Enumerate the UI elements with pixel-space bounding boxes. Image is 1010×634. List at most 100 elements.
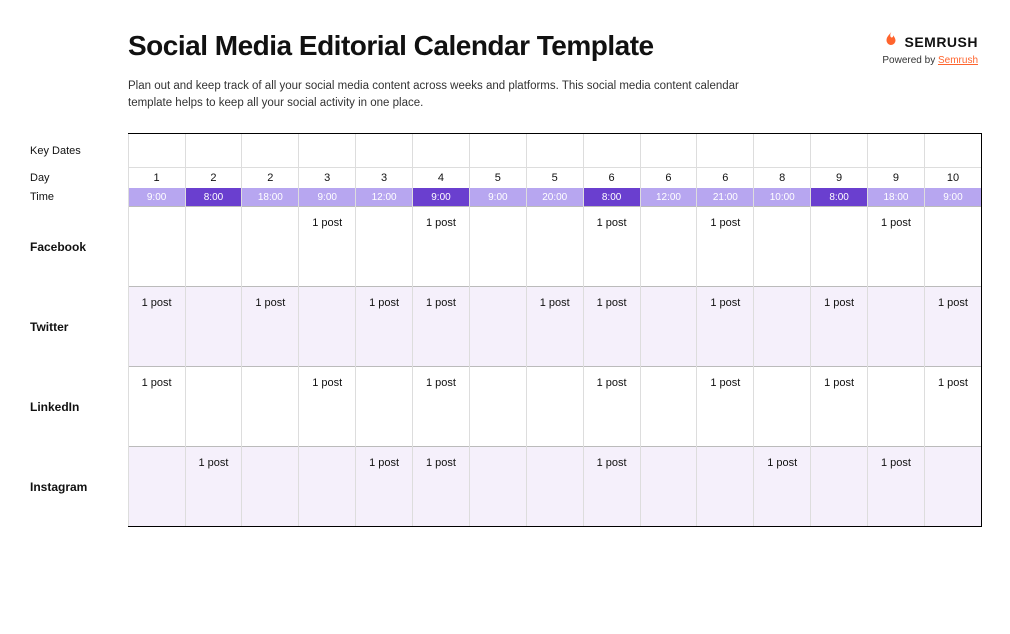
grid-cell bbox=[185, 134, 242, 168]
post-count: 1 post bbox=[426, 377, 456, 389]
post-count: 1 post bbox=[597, 217, 627, 229]
grid-cell: 18:00 bbox=[868, 188, 925, 207]
grid-cell: 8:00 bbox=[583, 188, 640, 207]
row-label: Instagram bbox=[28, 447, 128, 527]
grid-cell: 9 bbox=[868, 168, 925, 188]
grid-cell: 5 bbox=[526, 168, 583, 188]
grid-cell bbox=[640, 134, 697, 168]
grid-cell: 1 post bbox=[299, 207, 356, 287]
grid-cell: 1 post bbox=[924, 287, 981, 367]
grid-cell bbox=[924, 134, 981, 168]
post-count: 1 post bbox=[597, 457, 627, 469]
post-count: 1 post bbox=[881, 457, 911, 469]
grid-cell: 5 bbox=[469, 168, 526, 188]
grid-cell: 8:00 bbox=[185, 188, 242, 207]
grid-cell: 1 post bbox=[413, 207, 470, 287]
grid-cell: 4 bbox=[413, 168, 470, 188]
grid-cell: 6 bbox=[640, 168, 697, 188]
post-count: 1 post bbox=[710, 377, 740, 389]
grid-cell bbox=[754, 367, 811, 447]
grid-cell bbox=[242, 207, 299, 287]
grid-cell bbox=[469, 134, 526, 168]
grid-cell bbox=[413, 134, 470, 168]
grid-cell: 1 post bbox=[526, 287, 583, 367]
post-count: 1 post bbox=[710, 297, 740, 309]
grid-cell: 10:00 bbox=[754, 188, 811, 207]
grid-cell: 9:00 bbox=[924, 188, 981, 207]
row-label: Twitter bbox=[28, 287, 128, 367]
grid-cell: 2 bbox=[185, 168, 242, 188]
grid-cell bbox=[811, 207, 868, 287]
post-count: 1 post bbox=[369, 297, 399, 309]
grid-cell: 1 bbox=[128, 168, 185, 188]
grid-cell: 1 post bbox=[811, 367, 868, 447]
powered-link[interactable]: Semrush bbox=[938, 55, 978, 66]
grid-cell bbox=[469, 207, 526, 287]
grid-cell bbox=[526, 447, 583, 527]
grid-cell bbox=[128, 207, 185, 287]
grid-cell bbox=[356, 207, 413, 287]
grid-cell bbox=[697, 134, 754, 168]
post-count: 1 post bbox=[426, 457, 456, 469]
post-count: 1 post bbox=[597, 377, 627, 389]
brand-word: SEMRUSH bbox=[904, 34, 978, 50]
grid-cell bbox=[640, 367, 697, 447]
grid-cell bbox=[640, 207, 697, 287]
post-count: 1 post bbox=[938, 297, 968, 309]
grid-cell: 1 post bbox=[242, 287, 299, 367]
grid-cell: 1 post bbox=[413, 287, 470, 367]
post-count: 1 post bbox=[142, 377, 172, 389]
grid-cell bbox=[697, 447, 754, 527]
post-count: 1 post bbox=[540, 297, 570, 309]
post-count: 1 post bbox=[426, 297, 456, 309]
grid-cell: 6 bbox=[697, 168, 754, 188]
grid-cell: 3 bbox=[299, 168, 356, 188]
row-label: Time bbox=[28, 188, 128, 207]
grid-cell bbox=[469, 287, 526, 367]
powered-prefix: Powered by bbox=[882, 55, 938, 66]
grid-cell: 9:00 bbox=[413, 188, 470, 207]
grid-cell: 1 post bbox=[413, 367, 470, 447]
post-count: 1 post bbox=[142, 297, 172, 309]
grid-cell bbox=[754, 207, 811, 287]
grid-cell: 1 post bbox=[697, 287, 754, 367]
grid-cell: 18:00 bbox=[242, 188, 299, 207]
grid-cell: 1 post bbox=[583, 367, 640, 447]
grid-cell bbox=[924, 447, 981, 527]
grid-cell: 12:00 bbox=[640, 188, 697, 207]
post-count: 1 post bbox=[767, 457, 797, 469]
grid-cell bbox=[128, 134, 185, 168]
grid-cell: 6 bbox=[583, 168, 640, 188]
grid-cell: 1 post bbox=[754, 447, 811, 527]
grid-cell bbox=[754, 287, 811, 367]
grid-cell: 2 bbox=[242, 168, 299, 188]
grid-cell: 1 post bbox=[583, 447, 640, 527]
grid-cell bbox=[868, 287, 925, 367]
post-count: 1 post bbox=[369, 457, 399, 469]
grid-cell bbox=[526, 367, 583, 447]
grid-cell bbox=[242, 367, 299, 447]
grid-cell bbox=[242, 134, 299, 168]
brand-block: SEMRUSH Powered by Semrush bbox=[882, 30, 982, 66]
post-count: 1 post bbox=[710, 217, 740, 229]
grid-cell: 1 post bbox=[185, 447, 242, 527]
grid-cell bbox=[356, 367, 413, 447]
grid-cell: 1 post bbox=[583, 287, 640, 367]
post-count: 1 post bbox=[312, 377, 342, 389]
post-count: 1 post bbox=[881, 217, 911, 229]
post-count: 1 post bbox=[426, 217, 456, 229]
grid-cell: 10 bbox=[924, 168, 981, 188]
grid-cell: 1 post bbox=[697, 207, 754, 287]
grid-cell: 9 bbox=[811, 168, 868, 188]
page-title: Social Media Editorial Calendar Template bbox=[128, 30, 654, 62]
grid-cell: 1 post bbox=[811, 287, 868, 367]
grid-cell bbox=[868, 367, 925, 447]
grid-cell bbox=[640, 287, 697, 367]
post-count: 1 post bbox=[824, 297, 854, 309]
row-label: Key Dates bbox=[28, 134, 128, 168]
grid-cell bbox=[185, 287, 242, 367]
grid-cell bbox=[185, 367, 242, 447]
grid-cell bbox=[469, 447, 526, 527]
row-label: Facebook bbox=[28, 207, 128, 287]
grid-cell bbox=[526, 134, 583, 168]
